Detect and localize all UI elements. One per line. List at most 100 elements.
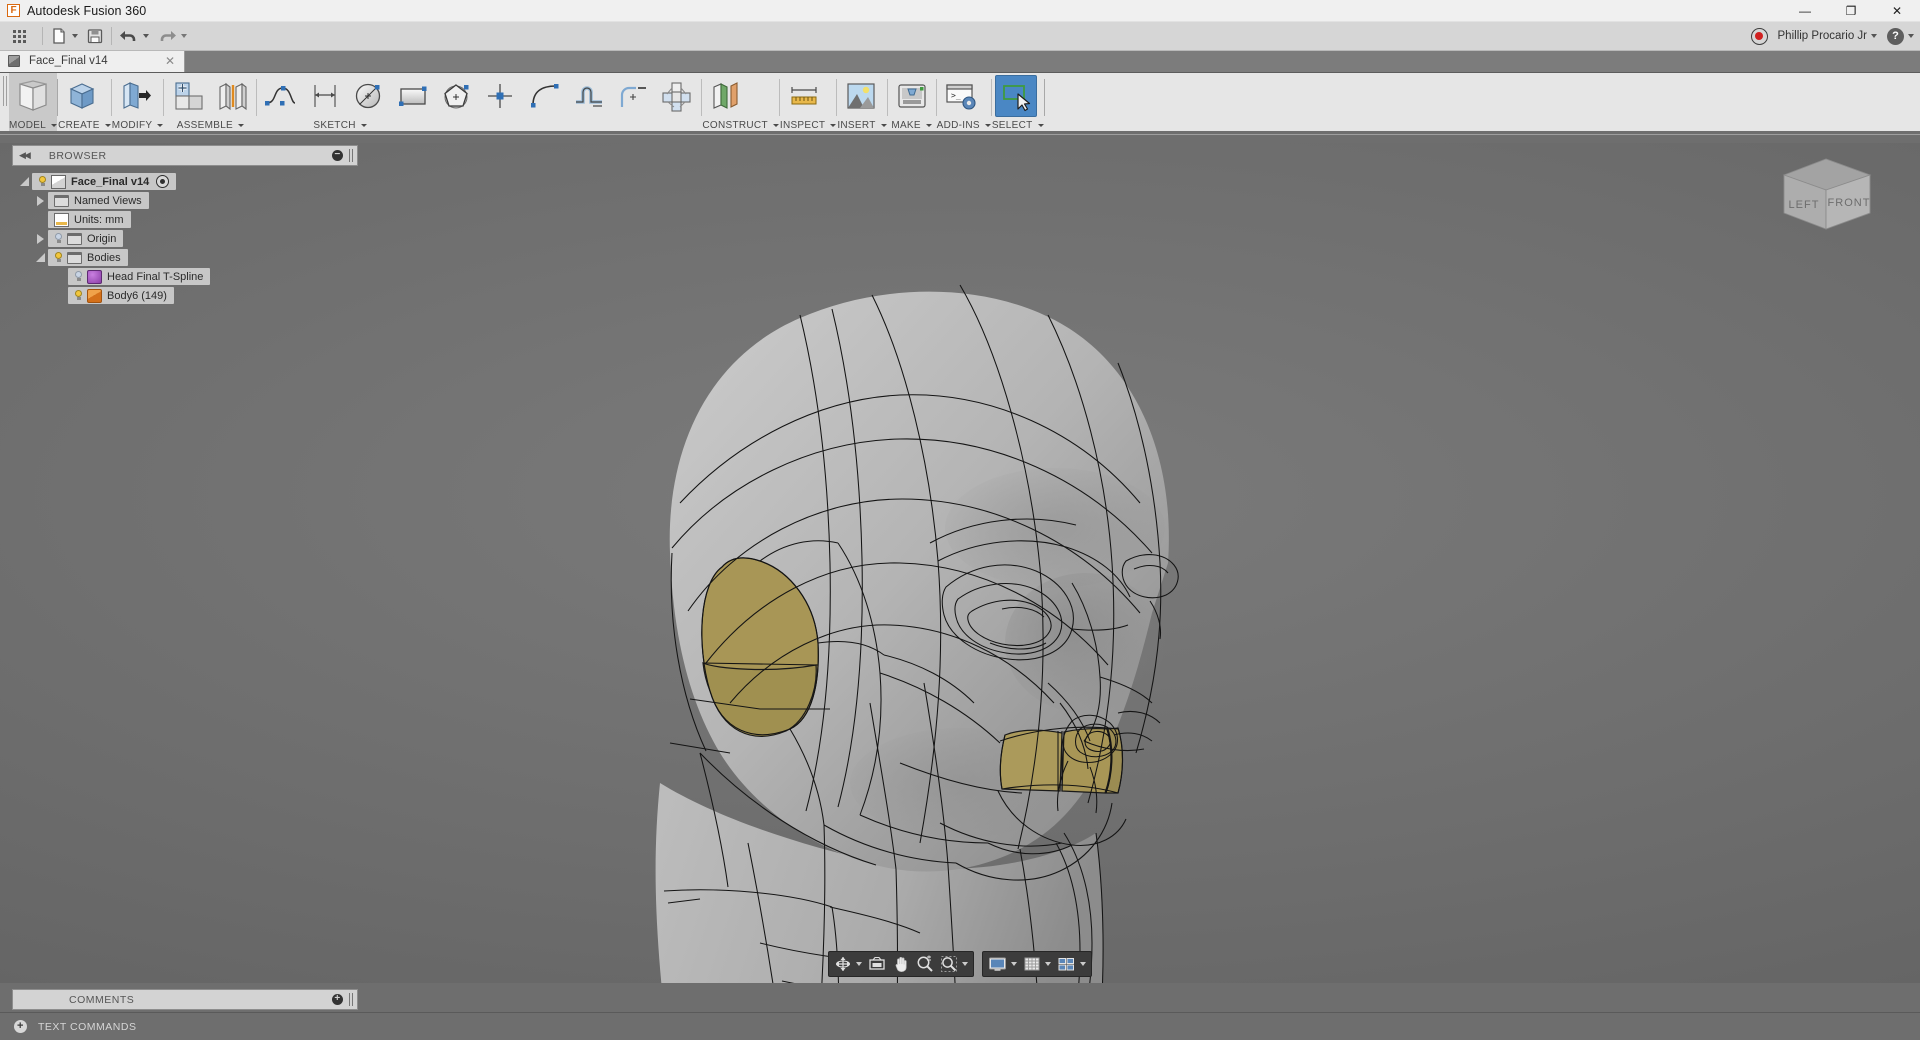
file-menu-button[interactable]: [46, 22, 82, 51]
ribbon-label-construct[interactable]: CONSTRUCT: [702, 119, 779, 134]
ribbon-label-model[interactable]: MODEL: [9, 119, 58, 134]
tree-node-body[interactable]: Named Views: [48, 192, 149, 209]
user-menu[interactable]: Phillip Procario Jr: [1778, 30, 1877, 42]
expander-icon[interactable]: [34, 251, 47, 264]
look-at-button[interactable]: [865, 954, 889, 974]
help-menu[interactable]: ?: [1887, 27, 1914, 45]
expander-icon[interactable]: [34, 194, 47, 207]
panel-resize-grip[interactable]: [349, 149, 353, 162]
grid-snaps-button[interactable]: [1020, 954, 1054, 974]
expand-text-commands-icon[interactable]: +: [14, 1020, 27, 1033]
visibility-bulb-icon[interactable]: [72, 270, 85, 283]
model-workspace-button[interactable]: [12, 75, 54, 117]
3d-print-button[interactable]: [891, 75, 933, 117]
window-controls: — ❐ ✕: [1782, 0, 1920, 22]
tree-node-body[interactable]: Head Final T-Spline: [68, 268, 211, 285]
activate-component-button[interactable]: [156, 175, 170, 188]
press-pull-button[interactable]: [115, 75, 157, 117]
dimension-button[interactable]: [304, 75, 346, 117]
ribbon-label-make[interactable]: MAKE: [888, 119, 936, 134]
tree-node-body6[interactable]: Body6 (149): [0, 286, 358, 305]
create-box-button[interactable]: [61, 75, 103, 117]
look-at-icon: [869, 956, 885, 970]
chevron-down-icon: [1045, 962, 1051, 966]
minimize-button[interactable]: —: [1782, 0, 1828, 22]
tree-node-body[interactable]: Face_Final v14: [32, 173, 177, 190]
chevron-down-icon: [360, 124, 367, 127]
tree-node-body[interactable]: Bodies: [48, 249, 128, 266]
record-icon[interactable]: [1750, 27, 1768, 45]
arc-button[interactable]: [524, 75, 566, 117]
tree-node-bodies[interactable]: Bodies: [0, 248, 358, 267]
insert-image-button[interactable]: [840, 75, 882, 117]
ribbon-label-addins[interactable]: ADD-INS: [937, 119, 991, 134]
tree-node-root[interactable]: Face_Final v14: [0, 172, 358, 191]
ribbon-group-construct: CONSTRUCT: [702, 73, 779, 134]
ribbon-label-sketch[interactable]: SKETCH: [257, 119, 701, 134]
view-cube-svg[interactable]: LEFT FRONT: [1762, 145, 1892, 240]
visibility-bulb-icon[interactable]: [36, 175, 49, 188]
app-grid-button[interactable]: [0, 22, 39, 51]
display-settings-button[interactable]: [985, 954, 1020, 974]
point-button[interactable]: [480, 75, 522, 117]
zoom-button[interactable]: [913, 954, 937, 974]
spline-button[interactable]: [260, 75, 302, 117]
circle-button[interactable]: [348, 75, 390, 117]
document-tab-bar: Face_Final v14 ✕: [0, 50, 1920, 73]
minimize-panel-icon[interactable]: −: [332, 150, 343, 161]
tree-node-body[interactable]: Body6 (149): [68, 287, 174, 304]
construct-plane-button[interactable]: [705, 75, 747, 117]
document-tab[interactable]: Face_Final v14 ✕: [0, 50, 185, 72]
maximize-button[interactable]: ❐: [1828, 0, 1874, 22]
press-pull-icon: [123, 82, 151, 109]
scripts-addins-button[interactable]: >_: [940, 75, 982, 117]
ribbon-label-modify[interactable]: MODIFY: [112, 119, 164, 134]
ribbon-grip[interactable]: [0, 73, 9, 109]
visibility-bulb-icon[interactable]: [52, 232, 65, 245]
ribbon-label-inspect[interactable]: INSPECT: [780, 119, 837, 134]
ribbon-label-select[interactable]: SELECT: [992, 119, 1044, 134]
ribbon-label-create[interactable]: CREATE: [58, 119, 111, 134]
select-tool-button[interactable]: [994, 75, 1037, 117]
panel-resize-grip[interactable]: [349, 993, 353, 1006]
tree-node-body[interactable]: Units: mm: [48, 211, 131, 228]
visibility-bulb-icon[interactable]: [52, 251, 65, 264]
new-component-button[interactable]: [167, 75, 209, 117]
fillet-button[interactable]: [612, 75, 654, 117]
tree-node-named-views[interactable]: Named Views: [0, 191, 358, 210]
measure-button[interactable]: [783, 75, 825, 117]
viewports-button[interactable]: [1054, 954, 1089, 974]
tree-node-units[interactable]: Units: mm: [0, 210, 358, 229]
close-icon[interactable]: ✕: [162, 54, 178, 68]
close-button[interactable]: ✕: [1874, 0, 1920, 22]
rectangle-button[interactable]: [392, 75, 434, 117]
undo-button[interactable]: [115, 22, 153, 51]
app-title: Autodesk Fusion 360: [27, 3, 147, 18]
offset-button[interactable]: [568, 75, 610, 117]
ribbon-group-model: MODEL: [9, 73, 58, 134]
move-copy-button[interactable]: [656, 75, 698, 117]
orbit-button[interactable]: [831, 954, 865, 974]
tree-node-body[interactable]: Origin: [48, 230, 124, 247]
zoom-window-button[interactable]: [937, 954, 971, 974]
joint-button[interactable]: [211, 75, 253, 117]
collapse-icon[interactable]: ◀◀: [19, 150, 31, 161]
comments-panel[interactable]: COMMENTS +: [12, 989, 358, 1010]
save-button[interactable]: [82, 22, 108, 51]
nose-shading: [1005, 573, 1165, 713]
expander-icon[interactable]: [34, 232, 47, 245]
redo-button[interactable]: [153, 22, 191, 51]
tree-node-head-final-tspline[interactable]: Head Final T-Spline: [0, 267, 358, 286]
expander-icon[interactable]: [18, 175, 31, 188]
tree-node-origin[interactable]: Origin: [0, 229, 358, 248]
text-commands-bar[interactable]: + TEXT COMMANDS: [0, 1012, 1920, 1040]
ribbon-label-insert[interactable]: INSERT: [837, 119, 887, 134]
add-comment-icon[interactable]: +: [332, 994, 343, 1005]
quick-access-toolbar: Phillip Procario Jr ?: [0, 22, 1920, 51]
pan-button[interactable]: [889, 954, 913, 974]
ribbon-label-assemble[interactable]: ASSEMBLE: [164, 119, 256, 134]
spline-icon: [265, 86, 296, 106]
view-cube[interactable]: LEFT FRONT: [1762, 145, 1892, 245]
visibility-bulb-icon[interactable]: [72, 289, 85, 302]
polygon-button[interactable]: [436, 75, 478, 117]
